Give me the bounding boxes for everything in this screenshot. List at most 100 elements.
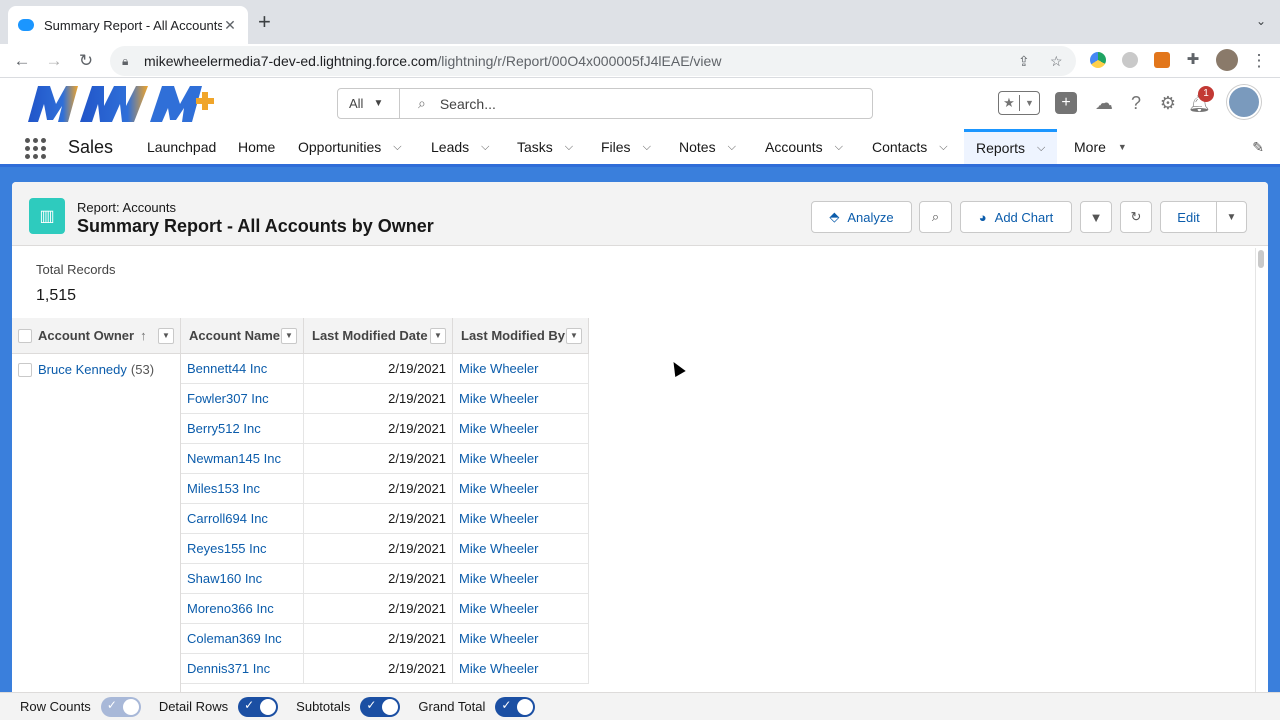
last-modified-by-link[interactable]: Mike Wheeler	[453, 354, 589, 384]
table-row: Reyes155 Inc 2/19/2021 Mike Wheeler	[181, 534, 589, 564]
browser-menu-icon[interactable]: ⋮	[1248, 50, 1270, 72]
chevron-down-icon[interactable]: ⌵	[728, 141, 736, 154]
column-menu-caret-icon[interactable]: ▼	[158, 328, 174, 344]
nav-item-contacts[interactable]: Contacts ⌵	[872, 130, 948, 164]
refresh-button[interactable]: ↻	[1120, 201, 1152, 233]
account-name-link[interactable]: Reyes155 Inc	[181, 534, 304, 564]
detail-rows-toggle[interactable]: ✓	[238, 696, 279, 717]
close-tab-icon[interactable]: ✕	[222, 17, 238, 34]
tab-search-chevron-icon[interactable]: ⌄	[1256, 14, 1266, 28]
search-input[interactable]	[439, 95, 820, 112]
user-avatar[interactable]	[1227, 85, 1261, 119]
column-header-account-owner[interactable]: Account Owner ↑ ▼	[12, 318, 181, 354]
nav-item-tasks[interactable]: Tasks ⌵	[517, 130, 573, 164]
last-modified-by-link[interactable]: Mike Wheeler	[453, 414, 589, 444]
account-name-link[interactable]: Shaw160 Inc	[181, 564, 304, 594]
nav-item-accounts[interactable]: Accounts ⌵	[765, 130, 843, 164]
column-header-last-modified-date[interactable]: Last Modified Date ▼	[304, 318, 453, 354]
account-name-link[interactable]: Dennis371 Inc	[181, 654, 304, 684]
account-name-link[interactable]: Berry512 Inc	[181, 414, 304, 444]
search-scope-dropdown[interactable]: All ▼	[338, 89, 400, 118]
edit-button[interactable]: Edit	[1160, 201, 1217, 233]
grand-total-toggle[interactable]: ✓	[495, 696, 536, 717]
back-icon[interactable]: ←	[11, 50, 33, 72]
chevron-down-icon[interactable]: ⌵	[835, 141, 843, 154]
metamask-extension-icon[interactable]	[1154, 52, 1170, 68]
nav-item-notes[interactable]: Notes ⌵	[679, 130, 736, 164]
help-question-icon[interactable]: ?	[1125, 92, 1147, 114]
forward-icon[interactable]: →	[43, 50, 65, 72]
last-modified-by-link[interactable]: Mike Wheeler	[453, 504, 589, 534]
nav-item-launchpad[interactable]: Launchpad	[147, 130, 216, 164]
favorites-button-group[interactable]: ★ ▼	[998, 91, 1040, 115]
chevron-down-icon[interactable]: ⌵	[939, 141, 947, 154]
last-modified-by-link[interactable]: Mike Wheeler	[453, 654, 589, 684]
group-owner-link[interactable]: Bruce Kennedy	[38, 362, 127, 377]
last-modified-by-link[interactable]: Mike Wheeler	[453, 444, 589, 474]
last-modified-by-link[interactable]: Mike Wheeler	[453, 594, 589, 624]
nav-item-reports[interactable]: Reports ⌵	[964, 129, 1058, 164]
setup-gear-icon[interactable]: ⚙	[1157, 92, 1179, 114]
column-menu-caret-icon[interactable]: ▼	[566, 328, 582, 344]
last-modified-by-link[interactable]: Mike Wheeler	[453, 474, 589, 504]
last-modified-by-link[interactable]: Mike Wheeler	[453, 384, 589, 414]
profile-avatar-icon[interactable]	[1216, 49, 1238, 71]
add-chart-button[interactable]: ◕ Add Chart	[960, 201, 1072, 233]
share-icon[interactable]: ⇪	[1018, 53, 1030, 70]
app-launcher-icon[interactable]	[25, 138, 46, 159]
nav-item-more[interactable]: More ▼	[1074, 130, 1127, 164]
last-modified-by-link[interactable]: Mike Wheeler	[453, 534, 589, 564]
check-icon: ✓	[501, 697, 512, 712]
row-counts-toggle[interactable]: ✓	[100, 696, 141, 717]
account-name-link[interactable]: Fowler307 Inc	[181, 384, 304, 414]
column-header-account-name[interactable]: Account Name ▼	[181, 318, 304, 354]
account-name-link[interactable]: Miles153 Inc	[181, 474, 304, 504]
bookmark-star-icon[interactable]: ☆	[1050, 53, 1063, 70]
add-chart-label: Add Chart	[994, 209, 1054, 225]
subtotals-toggle[interactable]: ✓	[360, 696, 401, 717]
nav-item-leads[interactable]: Leads ⌵	[431, 130, 490, 164]
column-menu-caret-icon[interactable]: ▼	[430, 328, 446, 344]
chevron-down-icon[interactable]: ⌵	[643, 141, 651, 154]
browser-tab[interactable]: Summary Report - All Accounts ✕	[8, 6, 248, 44]
account-name-link[interactable]: Moreno366 Inc	[181, 594, 304, 624]
favorites-star-icon[interactable]: ★	[999, 95, 1020, 111]
edit-nav-pencil-icon[interactable]: ✎	[1252, 139, 1264, 156]
scrollbar-thumb[interactable]	[1258, 250, 1264, 268]
drive-extension-icon[interactable]	[1090, 52, 1106, 68]
account-name-link[interactable]: Newman145 Inc	[181, 444, 304, 474]
edit-label: Edit	[1177, 209, 1200, 225]
nav-item-files[interactable]: Files ⌵	[601, 130, 651, 164]
account-name-link[interactable]: Bennett44 Inc	[181, 354, 304, 384]
group-checkbox[interactable]	[18, 362, 32, 377]
search-report-button[interactable]: ⌕	[919, 201, 952, 233]
nav-item-opportunities[interactable]: Opportunities ⌵	[298, 130, 402, 164]
select-all-checkbox[interactable]	[18, 328, 32, 343]
nav-item-home[interactable]: Home	[238, 130, 275, 164]
favorites-list-caret-icon[interactable]: ▼	[1020, 98, 1039, 108]
account-name-link[interactable]: Coleman369 Inc	[181, 624, 304, 654]
extensions-puzzle-icon[interactable]: ✚	[1182, 49, 1204, 71]
refresh-icon: ↻	[1130, 209, 1142, 224]
k-extension-icon[interactable]	[1122, 52, 1138, 68]
column-header-last-modified-by[interactable]: Last Modified By ▼	[453, 318, 589, 354]
last-modified-by-link[interactable]: Mike Wheeler	[453, 564, 589, 594]
analyze-button[interactable]: ⬘ Analyze	[811, 201, 912, 233]
global-actions-add-icon[interactable]: +	[1055, 92, 1077, 114]
new-tab-icon[interactable]: +	[258, 11, 271, 33]
last-modified-by-link[interactable]: Mike Wheeler	[453, 624, 589, 654]
chevron-down-icon[interactable]: ⌵	[565, 141, 573, 154]
filter-button[interactable]: ▼	[1080, 201, 1112, 233]
column-menu-caret-icon[interactable]: ▼	[281, 328, 297, 344]
more-actions-button[interactable]: ▼	[1216, 201, 1247, 233]
chevron-down-icon[interactable]: ⌵	[1037, 142, 1045, 155]
reload-icon[interactable]: ↻	[75, 50, 97, 72]
sort-ascending-icon[interactable]: ↑	[140, 328, 147, 343]
account-name-link[interactable]: Carroll694 Inc	[181, 504, 304, 534]
address-bar[interactable]: 🔒︎ mikewheelermedia7-dev-ed.lightning.fo…	[110, 46, 1076, 76]
vertical-scrollbar[interactable]	[1255, 248, 1265, 720]
chevron-down-icon[interactable]: ⌵	[393, 141, 401, 154]
nav-item-label: Tasks	[517, 139, 553, 155]
chevron-down-icon[interactable]: ⌵	[481, 141, 489, 154]
trailhead-guidance-icon[interactable]: ☁	[1093, 92, 1115, 114]
